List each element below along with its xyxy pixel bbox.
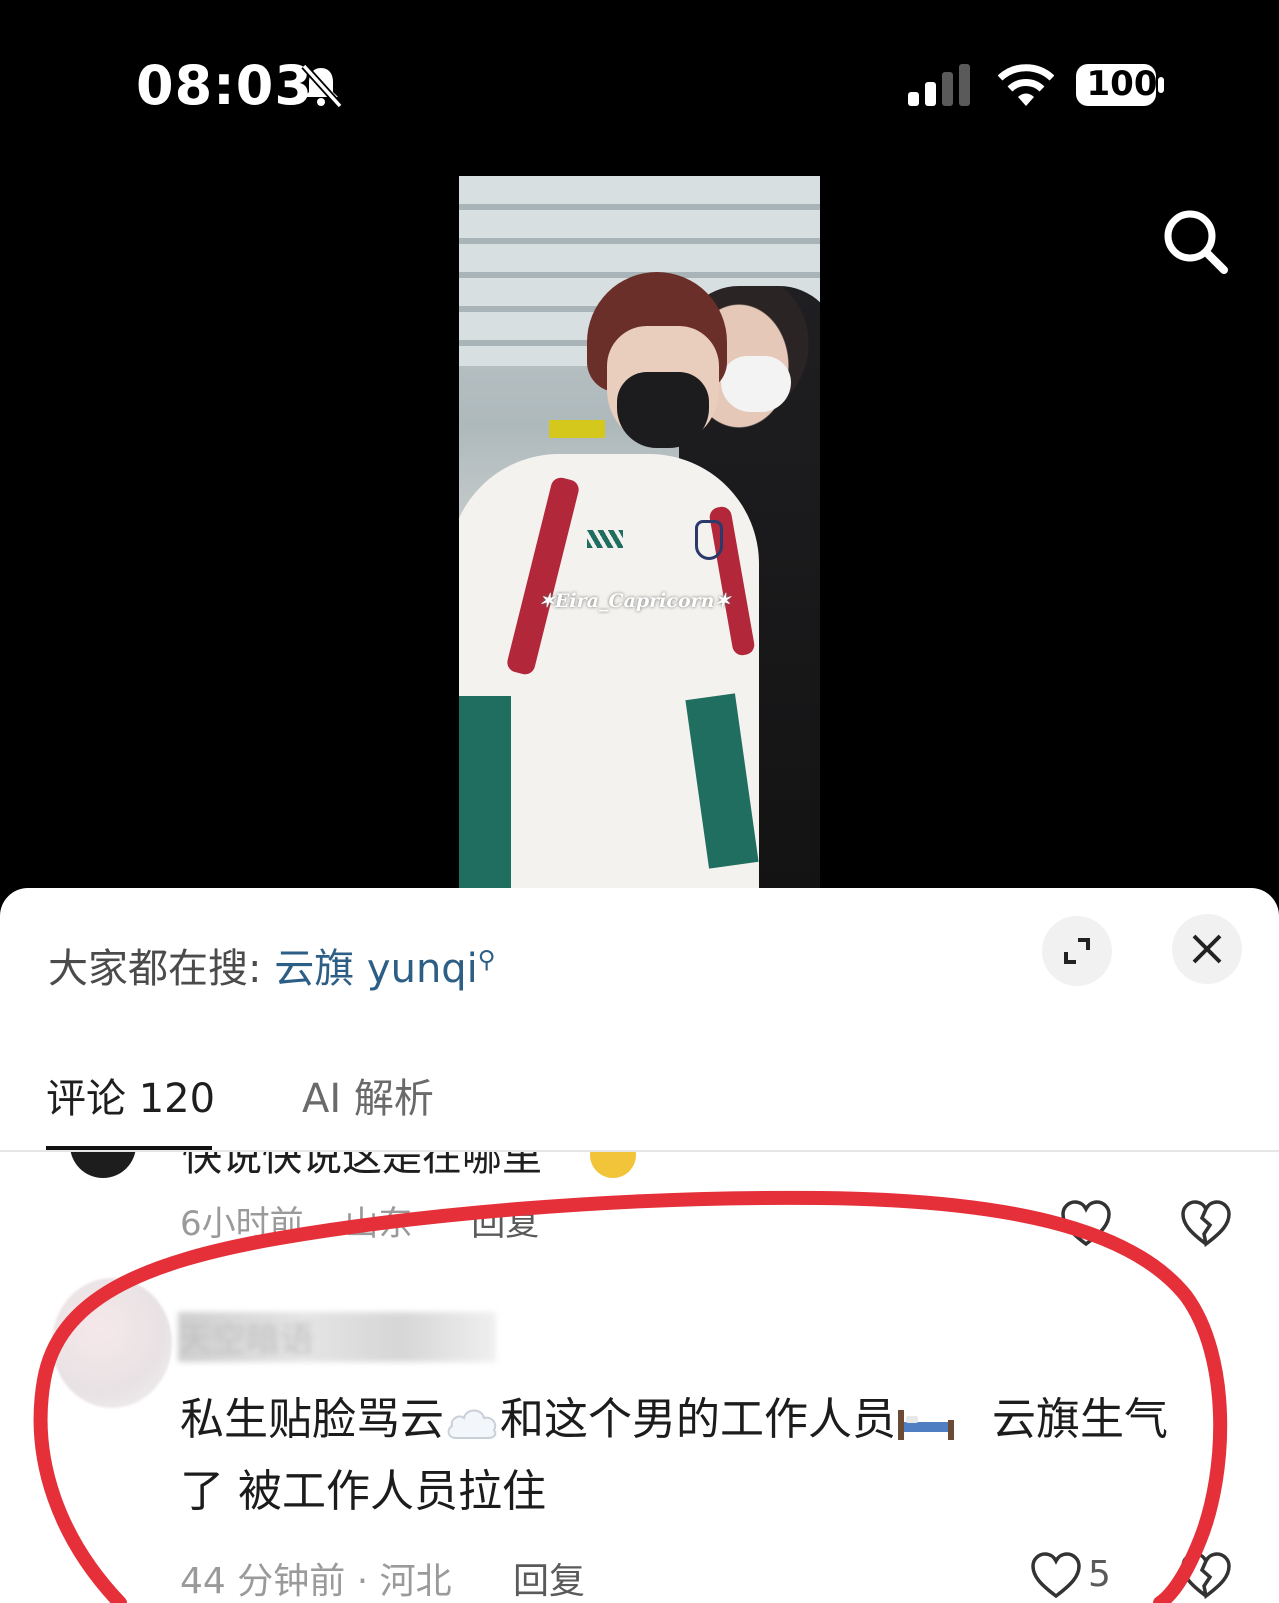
expand-icon xyxy=(1064,938,1090,964)
comment-time-location: 44 分钟前 · 河北 xyxy=(180,1561,452,1602)
comment-meta: 44 分钟前 · 河北 回复 xyxy=(180,1552,585,1603)
reply-button[interactable]: 回复 xyxy=(471,1204,539,1244)
comment-line-2: 了 被工作人员拉住 xyxy=(180,1466,546,1517)
video-sleeve-left xyxy=(459,696,511,888)
close-button[interactable] xyxy=(1172,914,1242,984)
comment-list[interactable]: 快说快说这是在哪里 6小时前 山东 回复 天空暗语 私生贴脸骂云 和这个男的工作人… xyxy=(0,1152,1279,1603)
video-jacket-logo xyxy=(587,530,623,548)
hot-search-term[interactable]: 云旗 yunqi xyxy=(274,946,478,992)
video-black-mask xyxy=(617,372,709,448)
expand-button[interactable] xyxy=(1042,916,1112,986)
silent-bell-icon xyxy=(301,63,343,108)
video-watermark: ✶Eira_Capricorn✶ xyxy=(539,590,731,612)
cloud-emoji-icon xyxy=(447,1409,497,1439)
avatar[interactable] xyxy=(52,1278,172,1408)
comment-time: 6小时前 xyxy=(180,1204,304,1244)
battery-level: 100 xyxy=(1086,64,1158,104)
comment-text: 私生贴脸骂云 和这个男的工作人员 云旗生气 了 被工作人员拉住 xyxy=(180,1384,1180,1528)
video-white-mask xyxy=(721,356,791,412)
dislike-broken-heart-icon[interactable] xyxy=(1180,1550,1232,1600)
hot-search-label: 大家都在搜: xyxy=(48,946,262,992)
cellular-signal-icon xyxy=(908,64,970,106)
video-background-sign xyxy=(549,420,605,438)
comment-sheet: 大家都在搜: 云旗 yunqi⚲ 评论 120 AI 解析 快说快说这是在哪里 … xyxy=(0,888,1279,1603)
avatar[interactable] xyxy=(70,1152,136,1178)
tab-ai-analysis[interactable]: AI 解析 xyxy=(302,1066,434,1124)
search-icon[interactable] xyxy=(1160,206,1230,276)
emoji-icon xyxy=(590,1152,636,1178)
reply-button[interactable]: 回复 xyxy=(513,1561,585,1602)
dislike-broken-heart-icon[interactable] xyxy=(1180,1198,1232,1248)
username-blurred[interactable]: 天空暗语 xyxy=(178,1312,496,1362)
wifi-icon xyxy=(998,64,1054,106)
hot-search-bar[interactable]: 大家都在搜: 云旗 yunqi⚲ xyxy=(48,936,495,994)
like-heart-icon[interactable] xyxy=(1030,1550,1082,1600)
like-heart-icon[interactable] xyxy=(1060,1198,1112,1248)
close-icon xyxy=(1192,934,1222,964)
comment-text: 快说快说这是在哪里 xyxy=(182,1152,542,1180)
video-frame[interactable]: ✶Eira_Capricorn✶ xyxy=(459,176,820,888)
like-count: 5 xyxy=(1088,1554,1111,1595)
hot-search-small-search-icon: ⚲ xyxy=(477,945,496,974)
comment-line-1: 私生贴脸骂云 和这个男的工作人员 云旗生气 xyxy=(180,1394,1168,1445)
video-jacket-crest xyxy=(695,520,723,560)
bed-emoji-icon xyxy=(898,1410,954,1440)
tab-comments[interactable]: 评论 120 xyxy=(46,1066,215,1124)
comment-location: 山东 xyxy=(344,1204,413,1244)
status-time: 08:03 xyxy=(136,54,313,117)
comment-meta: 6小时前 山东 回复 xyxy=(180,1196,539,1245)
